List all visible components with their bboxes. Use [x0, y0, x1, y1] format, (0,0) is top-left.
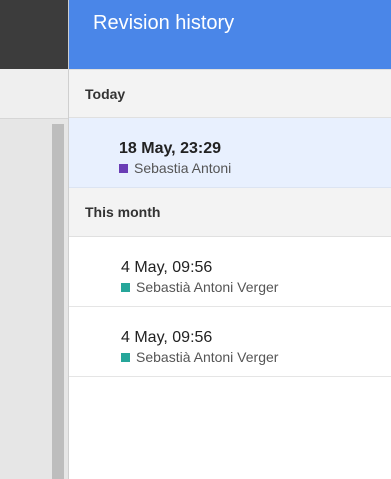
author-name: Sebastia Antoni — [134, 160, 232, 176]
revision-date: 18 May, 23:29 — [119, 140, 221, 157]
revision-author: Sebastià Antoni Verger — [121, 279, 391, 295]
panel-title: Revision history — [69, 0, 391, 69]
author-name: Sebastià Antoni Verger — [136, 349, 279, 365]
revision-item[interactable]: 18 May, 23:29 Sebastia Antoni — [69, 118, 391, 188]
revision-date: 4 May, 09:56 — [121, 259, 213, 276]
revision-item[interactable]: 4 May, 09:56 Sebastià Antoni Verger — [69, 307, 391, 377]
revision-history-panel: Revision history Today 18 May, 23:29 Seb… — [68, 0, 391, 479]
app-toolbar — [0, 69, 68, 119]
revision-item[interactable]: 4 May, 09:56 Sebastià Antoni Verger — [69, 237, 391, 307]
section-header-today: Today — [69, 69, 391, 118]
document-scrollbar[interactable] — [52, 124, 64, 479]
author-color-swatch — [121, 352, 130, 362]
author-color-swatch — [119, 163, 128, 173]
author-color-swatch — [121, 282, 130, 292]
revision-author: Sebastià Antoni Verger — [121, 349, 391, 365]
revision-date: 4 May, 09:56 — [121, 329, 213, 346]
section-header-this-month: This month — [69, 188, 391, 237]
revision-author: Sebastia Antoni — [119, 160, 391, 176]
author-name: Sebastià Antoni Verger — [136, 279, 279, 295]
app-top-bar — [0, 0, 68, 69]
